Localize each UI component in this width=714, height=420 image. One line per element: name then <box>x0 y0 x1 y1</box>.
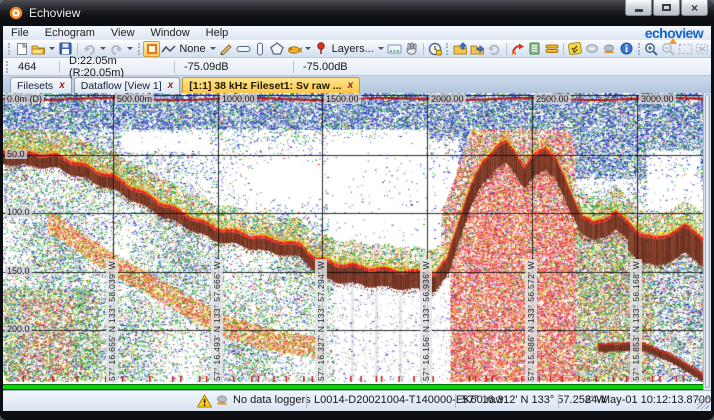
tab-close-icon[interactable]: x <box>168 80 174 91</box>
toolbar-grip[interactable] <box>446 43 448 55</box>
window-content: File Echogram View Window Help echoview <box>3 26 711 411</box>
resize-grip[interactable] <box>697 397 709 409</box>
shift-down-icon[interactable] <box>469 41 486 57</box>
depth-label: 100.0 <box>5 207 32 217</box>
layers-pin-icon[interactable] <box>313 41 330 57</box>
tab-label: Dataflow [View 1] <box>81 80 162 92</box>
menu-file[interactable]: File <box>3 27 37 39</box>
gps-position-label: 57° 16.327' N 133° 57.294' W <box>315 259 327 383</box>
sv-value-readout: -75.09dB <box>178 61 290 73</box>
tab-echogram-sv-raw[interactable]: [1:1] 38 kHz Fileset1: Sv raw ... x <box>182 77 360 93</box>
info-icon[interactable] <box>618 41 635 57</box>
distance-label: 2000.00 <box>429 94 466 104</box>
depth-label: 150.0 <box>5 266 32 276</box>
menu-bar: File Echogram View Window Help echoview <box>3 26 711 40</box>
logger-status-icon <box>215 394 229 407</box>
vertical-scrollbar[interactable] <box>703 93 711 390</box>
toolbar-grip[interactable] <box>138 43 140 55</box>
status-bar: No data loggers L0014-D20021004-T140000-… <box>3 390 711 411</box>
logger-icon[interactable] <box>601 41 618 57</box>
logger-status-text: No data loggers <box>233 394 311 406</box>
bottom-line-bar <box>3 384 703 390</box>
close-button[interactable]: × <box>681 0 708 16</box>
refresh-icon[interactable] <box>486 41 503 57</box>
echoview-logo: echoview <box>645 26 703 40</box>
tab-filesets[interactable]: Filesets x <box>10 77 72 93</box>
toolbar-grip[interactable] <box>638 43 640 55</box>
shift-up-icon[interactable] <box>452 41 469 57</box>
minimize-button[interactable] <box>625 0 652 16</box>
color-value-readout: -75.00dB <box>297 61 393 73</box>
logo-triangle-icon <box>669 38 677 44</box>
gps-position-label: 57° 16.493' N 133° 57.666' W <box>211 259 223 383</box>
depth-label: 200.0 <box>5 324 32 334</box>
toolbar-grip[interactable] <box>8 43 10 55</box>
calibration-icon[interactable] <box>567 41 584 57</box>
depth-label: 50.0 <box>5 149 27 159</box>
export-data-icon[interactable] <box>509 41 526 57</box>
redo-dropdown-icon[interactable] <box>127 47 133 50</box>
layers-label[interactable]: Layers... <box>332 43 374 55</box>
menu-echogram[interactable]: Echogram <box>37 27 103 39</box>
gps-position-label: 57° 15.986' N 133° 56.572' W <box>525 259 537 383</box>
zoom-reset-icon[interactable] <box>694 41 711 57</box>
window-title: Echoview <box>29 6 80 20</box>
ping-readout: 464 <box>12 61 56 73</box>
distance-label: 500.00m <box>115 94 154 104</box>
tab-dataflow[interactable]: Dataflow [View 1] x <box>74 77 181 93</box>
distance-label: 2500.00 <box>534 94 571 104</box>
tab-label: [1:1] 38 kHz Fileset1: Sv raw ... <box>189 80 341 92</box>
title-bar: Echoview × <box>0 0 714 26</box>
grid-display-icon[interactable] <box>386 41 403 57</box>
readout-grip[interactable] <box>6 61 9 73</box>
readout-bar: 464 D:22.05m (R:20.05m) -75.09dB -75.00d… <box>3 58 711 76</box>
tab-close-icon[interactable]: x <box>59 80 65 91</box>
tab-bar: Filesets x Dataflow [View 1] x [1:1] 38 … <box>3 76 711 93</box>
pan-hand-icon[interactable] <box>403 41 420 57</box>
scrollbar-thumb[interactable] <box>705 94 710 388</box>
distance-label: 1500.00 <box>324 94 361 104</box>
menu-window[interactable]: Window <box>143 27 198 39</box>
horizontal-band-icon[interactable] <box>235 41 252 57</box>
school-dropdown-icon[interactable] <box>305 47 311 50</box>
distance-label: 1000.00 <box>220 94 257 104</box>
school-detect-icon[interactable] <box>286 41 303 57</box>
window-bottom-frame <box>0 411 714 420</box>
tab-label: Filesets <box>17 80 53 92</box>
line-tool-label[interactable]: None <box>179 43 205 55</box>
export-file-icon[interactable] <box>526 41 543 57</box>
maximize-button[interactable] <box>653 0 680 16</box>
new-file-icon[interactable] <box>13 41 30 57</box>
echogram-view: 0.0m (D) 500.00m 1000.00 1500.00 2000.00… <box>3 93 711 390</box>
warning-icon[interactable] <box>197 394 212 408</box>
gps-position-label: 57° 15.853' N 133° 56.168' W <box>630 259 642 383</box>
undo-dropdown-icon[interactable] <box>100 47 106 50</box>
depth-readout: D:22.05m (R:20.05m) <box>63 55 171 79</box>
remove-icon[interactable] <box>584 41 601 57</box>
zoom-in-icon[interactable] <box>643 41 660 57</box>
window-controls: × <box>624 0 708 16</box>
depth-axis-label: 0.0m (D) <box>5 94 44 104</box>
vertical-band-icon[interactable] <box>252 41 269 57</box>
tab-close-icon[interactable]: x <box>348 80 354 91</box>
open-file-icon[interactable] <box>30 41 47 57</box>
zoom-selection-icon[interactable] <box>677 41 694 57</box>
layers-dropdown-icon[interactable] <box>378 47 384 50</box>
edit-line-icon[interactable] <box>218 41 235 57</box>
open-dropdown-icon[interactable] <box>49 47 55 50</box>
echoview-window: Echoview × File Echogram View Window Hel… <box>0 0 714 420</box>
datetime-text: 24-May-01 10:12:13.8700 <box>585 394 711 406</box>
distance-label: 3000.00 <box>639 94 676 104</box>
menu-help[interactable]: Help <box>198 27 237 39</box>
layers-bars-icon[interactable] <box>543 41 560 57</box>
gps-position-label: 57° 16.655' N 133° 58.039' W <box>106 259 118 383</box>
menu-view[interactable]: View <box>103 27 143 39</box>
line-tool-dropdown-icon[interactable] <box>210 47 216 50</box>
echoview-app-icon <box>9 6 23 20</box>
gps-position-label: 57° 16.156' N 133° 56.936' W <box>420 259 432 383</box>
time-sync-icon[interactable] <box>426 41 443 57</box>
polygon-tool-icon[interactable] <box>269 41 286 57</box>
